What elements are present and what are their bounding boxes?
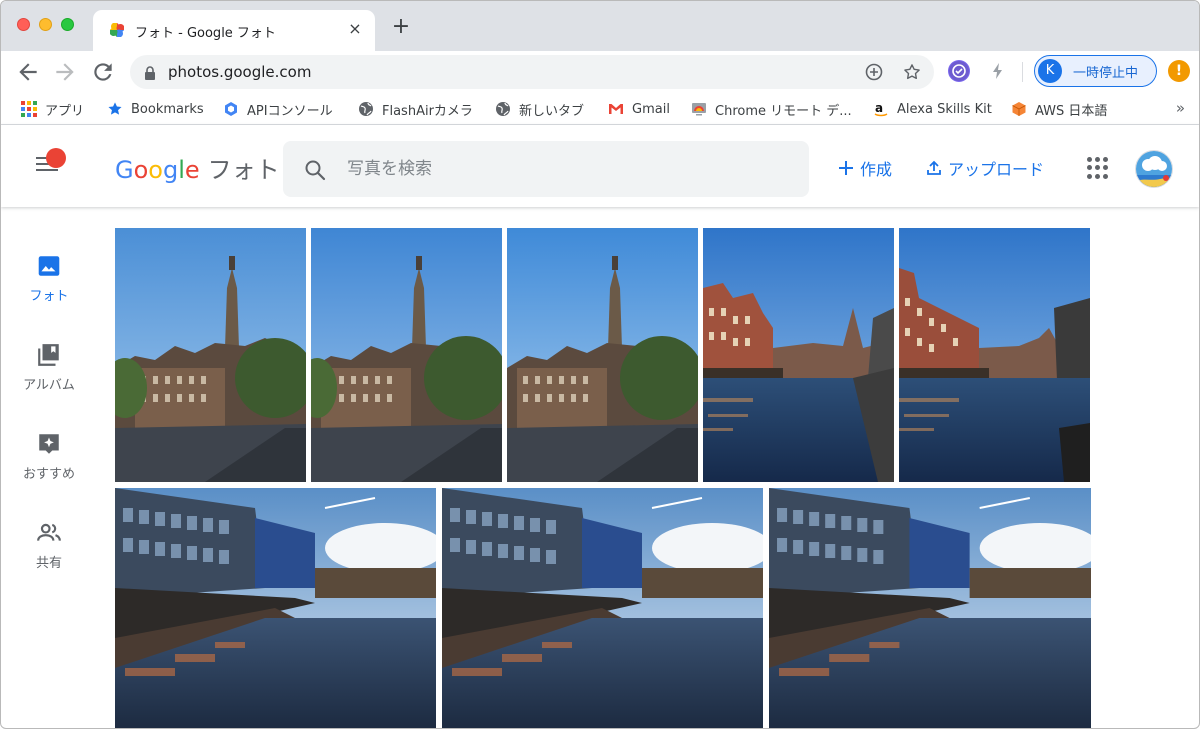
photo-icon bbox=[36, 253, 62, 279]
profile-avatar: K bbox=[1038, 59, 1062, 83]
tab-title: フォト - Google フォト bbox=[135, 26, 276, 41]
google-photos-favicon-icon bbox=[109, 22, 125, 38]
bookmark-label: Bookmarks bbox=[131, 101, 204, 117]
logo-letter: o bbox=[133, 156, 149, 184]
update-alert-icon[interactable]: ! bbox=[1168, 60, 1190, 82]
remote-desktop-icon bbox=[691, 101, 707, 117]
logo-letter: l bbox=[178, 156, 185, 184]
bookmark-label: APIコンソール bbox=[247, 103, 333, 119]
apps-grid-icon bbox=[21, 101, 37, 117]
album-icon bbox=[36, 342, 62, 368]
bookmark-api-console[interactable]: APIコンソール bbox=[223, 100, 333, 119]
bookmark-alexa-skills[interactable]: a Alexa Skills Kit bbox=[873, 100, 992, 118]
bookmark-new-tab[interactable]: 新しいタブ bbox=[495, 100, 585, 119]
photo-thumbnail[interactable] bbox=[115, 488, 436, 728]
bookmarks-bar: アプリ Bookmarks APIコンソール FlashAirカメラ 新しいタブ bbox=[1, 93, 1199, 125]
logo-letter: o bbox=[148, 156, 163, 184]
tab-strip: フォト - Google フォト × + bbox=[1, 1, 1199, 51]
account-avatar[interactable] bbox=[1135, 150, 1173, 188]
new-tab-button[interactable]: + bbox=[389, 16, 413, 40]
nav-label: おすすめ bbox=[22, 467, 75, 482]
app-header: Googleフォト 作成 アップロード bbox=[1, 125, 1199, 207]
photo-grid bbox=[115, 207, 1091, 728]
bookmark-star-icon[interactable] bbox=[902, 62, 922, 82]
search-icon[interactable] bbox=[303, 158, 327, 182]
back-arrow-icon[interactable] bbox=[15, 59, 41, 85]
photo-thumbnail[interactable] bbox=[899, 228, 1090, 482]
bookmarks-overflow-icon[interactable]: » bbox=[1176, 99, 1185, 117]
bookmark-label: FlashAirカメラ bbox=[382, 103, 473, 119]
profile-button[interactable]: K 一時停止中 bbox=[1034, 55, 1157, 87]
logo-letter: G bbox=[115, 156, 134, 184]
google-apps-icon[interactable] bbox=[1087, 157, 1109, 179]
nav-label: 共有 bbox=[35, 556, 62, 571]
logo-product-name: フォト bbox=[207, 156, 280, 184]
address-bar[interactable]: photos.google.com bbox=[130, 55, 934, 89]
nav-item-photos[interactable]: フォト bbox=[9, 253, 89, 323]
photo-thumbnail[interactable] bbox=[442, 488, 763, 728]
star-icon bbox=[107, 101, 123, 117]
lock-icon bbox=[144, 65, 156, 80]
bookmark-label: Gmail bbox=[632, 101, 670, 117]
search-input[interactable] bbox=[347, 141, 787, 197]
create-button[interactable]: 作成 bbox=[838, 157, 892, 179]
bookmark-apps[interactable]: アプリ bbox=[21, 100, 85, 119]
forward-arrow-icon[interactable] bbox=[52, 59, 78, 85]
nav-item-for-you[interactable]: おすすめ bbox=[9, 431, 89, 501]
upload-button[interactable]: アップロード bbox=[926, 157, 1044, 179]
browser-window: フォト - Google フォト × + photos.google.com K… bbox=[0, 0, 1200, 729]
bookmark-flashair[interactable]: FlashAirカメラ bbox=[358, 100, 473, 119]
extension-bolt-icon[interactable] bbox=[987, 60, 1009, 82]
logo-letter: g bbox=[162, 156, 179, 184]
bookmark-label: Alexa Skills Kit bbox=[897, 101, 992, 117]
left-nav: フォト アルバム おすすめ 共有 bbox=[1, 207, 101, 728]
photo-thumbnail[interactable] bbox=[115, 228, 306, 482]
photo-thumbnail[interactable] bbox=[311, 228, 502, 482]
profile-status-label: 一時停止中 bbox=[1073, 66, 1139, 81]
search-box bbox=[283, 141, 809, 197]
browser-toolbar: photos.google.com bbox=[1, 51, 1199, 93]
bookmark-label: 新しいタブ bbox=[519, 103, 585, 119]
tab-google-photos[interactable]: フォト - Google フォト × bbox=[93, 10, 375, 51]
nav-item-sharing[interactable]: 共有 bbox=[9, 520, 89, 590]
notification-dot bbox=[46, 148, 66, 168]
bookmark-bookmarks[interactable]: Bookmarks bbox=[107, 100, 204, 118]
sharing-icon bbox=[36, 520, 62, 546]
logo-letter: e bbox=[184, 156, 200, 184]
svg-text:a: a bbox=[875, 101, 883, 115]
close-window-button[interactable] bbox=[17, 18, 30, 31]
amazon-icon: a bbox=[873, 101, 889, 117]
plus-icon bbox=[839, 161, 853, 175]
bookmark-label: アプリ bbox=[45, 103, 85, 119]
bookmark-chrome-remote[interactable]: Chrome リモート デ... bbox=[691, 100, 852, 119]
create-label: 作成 bbox=[860, 160, 893, 179]
nav-item-albums[interactable]: アルバム bbox=[9, 342, 89, 412]
tab-close-icon[interactable]: × bbox=[345, 19, 365, 39]
gmail-icon bbox=[608, 101, 624, 117]
globe-icon bbox=[495, 101, 511, 117]
aws-cube-icon bbox=[1011, 101, 1027, 117]
photo-thumbnail[interactable] bbox=[769, 488, 1091, 728]
hexagon-icon bbox=[223, 101, 239, 117]
assistant-icon bbox=[36, 431, 62, 457]
bookmark-label: AWS 日本語 bbox=[1035, 103, 1108, 119]
zoom-window-button[interactable] bbox=[61, 18, 74, 31]
nav-label: フォト bbox=[29, 289, 69, 304]
bookmark-aws-japanese[interactable]: AWS 日本語 bbox=[1011, 100, 1108, 119]
extension-checker-icon[interactable] bbox=[948, 60, 970, 82]
globe-icon bbox=[358, 101, 374, 117]
upload-label: アップロード bbox=[948, 160, 1045, 179]
install-app-icon[interactable] bbox=[864, 62, 884, 82]
photo-thumbnail[interactable] bbox=[703, 228, 894, 482]
reload-icon[interactable] bbox=[90, 59, 116, 85]
google-photos-logo[interactable]: Google フォト bbox=[115, 150, 280, 185]
nav-label: アルバム bbox=[23, 378, 75, 393]
bookmark-gmail[interactable]: Gmail bbox=[608, 100, 670, 118]
url-text: photos.google.com bbox=[168, 63, 312, 81]
bookmark-label: Chrome リモート デ... bbox=[715, 103, 852, 119]
toolbar-divider bbox=[1022, 62, 1023, 82]
photo-thumbnail[interactable] bbox=[507, 228, 698, 482]
upload-icon bbox=[927, 160, 941, 175]
minimize-window-button[interactable] bbox=[39, 18, 52, 31]
